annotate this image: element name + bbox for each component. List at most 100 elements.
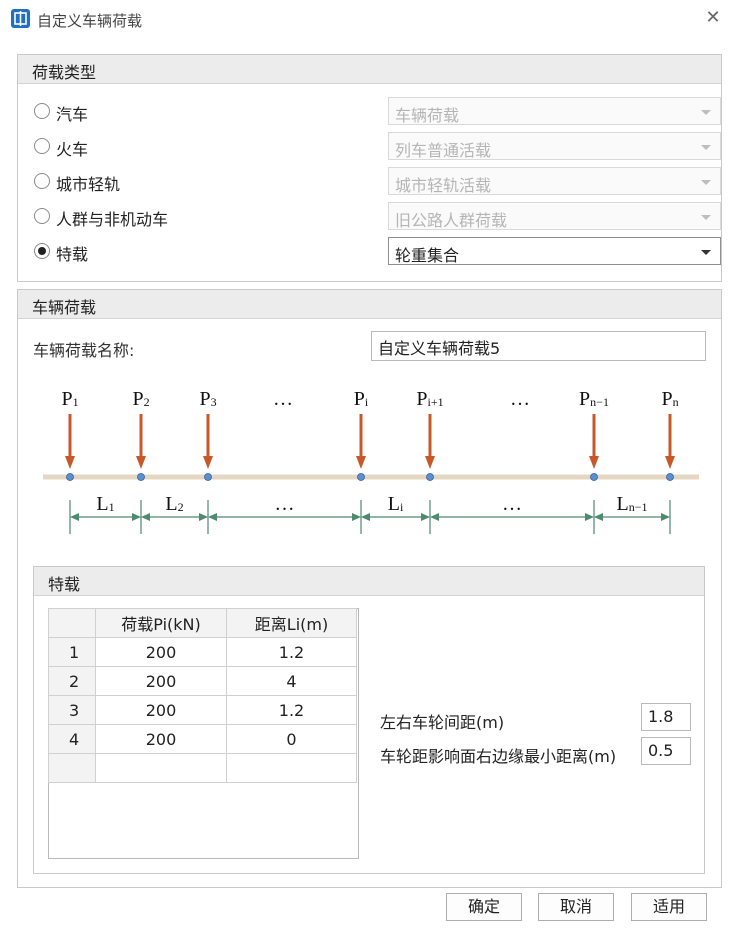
select-value: 车辆荷载 [395, 106, 460, 125]
span-label: L1 [96, 493, 114, 515]
dimension-arrow [141, 513, 150, 521]
load-label-subscript: i [365, 395, 369, 409]
radio-button[interactable] [34, 103, 50, 119]
distance-cell[interactable]: 0 [226, 724, 357, 754]
row-header-cell[interactable]: 2 [48, 666, 96, 696]
load-label-base: P [61, 388, 72, 410]
load-cell[interactable]: 200 [95, 724, 227, 754]
span-label-base: L [617, 493, 629, 515]
load-node [204, 473, 212, 481]
load-arrow-head [65, 456, 75, 469]
select-value: 旧公路人群荷载 [395, 211, 508, 230]
span-label-subscript: 1 [109, 500, 115, 514]
load-type-option: 特载 轮重集合 [34, 237, 724, 267]
ellipsis-label-base: … [510, 388, 530, 410]
load-subtype-select[interactable]: 轮重集合 [388, 237, 721, 265]
load-label-subscript: 2 [144, 395, 150, 409]
load-label-base: P [416, 388, 427, 410]
dropdown-arrow-icon [701, 250, 711, 255]
distance-cell[interactable]: 4 [226, 666, 357, 696]
dimension-arrow [132, 513, 141, 521]
close-icon[interactable]: ✕ [703, 8, 723, 28]
ok-button[interactable]: 确定 [446, 893, 522, 921]
special-load-title: 特载 [48, 575, 81, 594]
load-subtype-select: 车辆荷载 [388, 97, 721, 125]
span-label-base: L [96, 493, 108, 515]
radio-label[interactable]: 人群与非机动车 [56, 206, 168, 230]
row-header-cell[interactable]: 1 [48, 637, 96, 667]
load-cell[interactable] [95, 753, 227, 783]
apply-button[interactable]: 适用 [631, 893, 707, 921]
load-cell[interactable]: 200 [95, 666, 227, 696]
row-header-cell[interactable]: 3 [48, 695, 96, 725]
radio-label[interactable]: 特载 [56, 241, 88, 265]
load-arrow-head [356, 456, 366, 469]
distance-cell[interactable] [226, 753, 357, 783]
span-label-base: L [388, 493, 400, 515]
app-icon [11, 9, 30, 28]
vehicle-name-label: 车辆荷载名称: [33, 341, 135, 360]
load-node [66, 473, 74, 481]
load-label-subscript: n [673, 395, 679, 409]
distance-cell[interactable]: 1.2 [226, 637, 357, 667]
load-arrow-head [665, 456, 675, 469]
load-label: P3 [199, 388, 216, 410]
ellipsis-label-base: … [502, 493, 522, 515]
load-node [590, 473, 598, 481]
radio-button[interactable] [34, 243, 50, 259]
special-load-header: 特载 [34, 567, 704, 596]
dropdown-arrow-icon [701, 110, 711, 115]
distance-cell[interactable]: 1.2 [226, 695, 357, 725]
dimension-arrow [585, 513, 594, 521]
column-header-load[interactable]: 荷载Pi(kN) [95, 608, 227, 638]
ellipsis-label: … [502, 493, 522, 515]
radio-label[interactable]: 城市轻轨 [56, 171, 120, 195]
span-label: L2 [165, 493, 183, 515]
span-label-subscript: i [400, 500, 404, 514]
load-label-base: P [132, 388, 143, 410]
load-label-base: P [661, 388, 672, 410]
title-bar: 自定义车辆荷载 ✕ [0, 0, 738, 40]
radio-button[interactable] [34, 173, 50, 189]
radio-button[interactable] [34, 138, 50, 154]
dimension-arrow [361, 513, 370, 521]
load-node [426, 473, 434, 481]
load-type-title: 荷载类型 [32, 63, 97, 82]
ellipsis-label-base: … [275, 493, 295, 515]
load-type-group: 荷载类型 汽车 车辆荷载 火车 列车普通活载 城市轻轨 城市轻轨活载 人群与非机动车 旧公路人… [17, 54, 722, 282]
dimension-arrow [70, 513, 79, 521]
load-cell[interactable]: 200 [95, 695, 227, 725]
column-header-distance[interactable]: 距离Li(m) [226, 608, 357, 638]
row-header-cell[interactable]: 4 [48, 724, 96, 754]
dropdown-arrow-icon [701, 145, 711, 150]
load-arrow-head [136, 456, 146, 469]
span-label: Li [388, 493, 404, 515]
dropdown-arrow-icon [701, 215, 711, 220]
load-node [666, 473, 674, 481]
load-label-base: P [199, 388, 210, 410]
load-type-header: 荷载类型 [18, 55, 721, 84]
radio-label[interactable]: 火车 [56, 136, 88, 160]
table-header-row: 荷载Pi(kN) 距离Li(m) [48, 608, 357, 638]
load-arrow-head [589, 456, 599, 469]
min-edge-distance-input[interactable]: 0.5 [641, 737, 691, 765]
dimension-arrow [661, 513, 670, 521]
dimension-arrow [352, 513, 361, 521]
radio-label[interactable]: 汽车 [56, 101, 88, 125]
vehicle-load-group: 车辆荷载 车辆荷载名称: 自定义车辆荷载5 P1 P2 P3… Pi Pi+1… Pn−1… [17, 289, 722, 888]
cancel-button[interactable]: 取消 [538, 893, 614, 921]
load-subtype-select: 列车普通活载 [388, 132, 721, 160]
load-label: Pn [661, 388, 678, 410]
load-label: Pi [354, 388, 369, 410]
load-label-base: P [579, 388, 590, 410]
load-label-subscript: 3 [211, 395, 217, 409]
wheel-spacing-input[interactable]: 1.8 [641, 703, 691, 731]
load-arrow-head [425, 456, 435, 469]
load-label-subscript: i+1 [428, 395, 444, 409]
load-cell[interactable]: 200 [95, 637, 227, 667]
vehicle-name-input[interactable]: 自定义车辆荷载5 [371, 331, 706, 361]
load-label-subscript: 1 [73, 395, 79, 409]
load-diagram: P1 P2 P3… Pi Pi+1… Pn−1 Pn L1 L2… Li… Ln−1 [43, 388, 699, 534]
row-header-cell[interactable] [48, 753, 96, 783]
radio-button[interactable] [34, 208, 50, 224]
